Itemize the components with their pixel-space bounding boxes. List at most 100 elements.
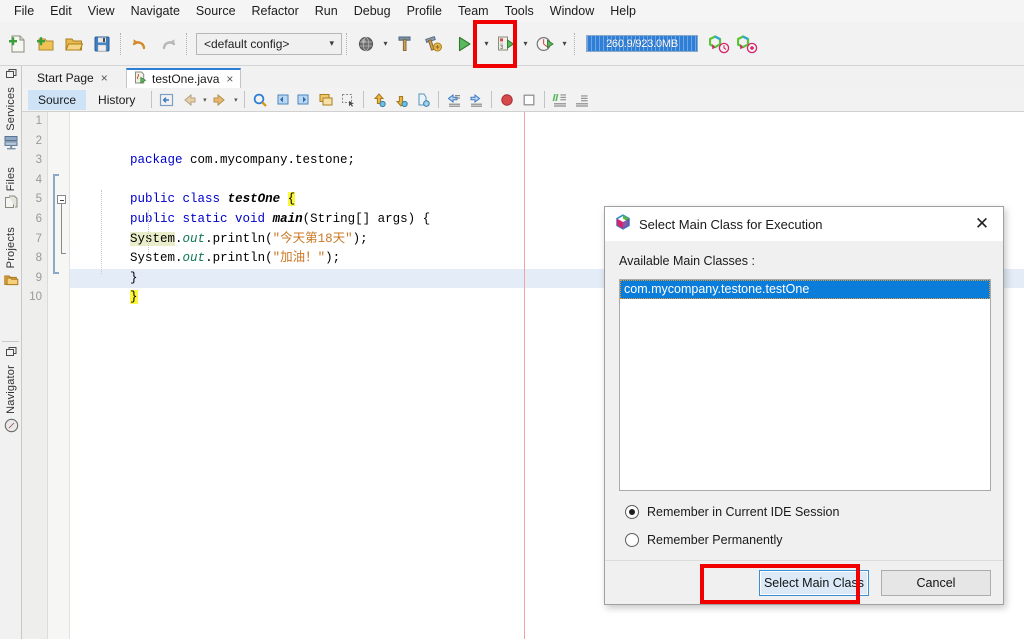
back-dropdown-caret-icon[interactable]: ▾ bbox=[200, 96, 209, 104]
left-dock-bottom-group: Navigator bbox=[0, 344, 22, 445]
main-classes-list[interactable]: com.mycompany.testone.testOne bbox=[619, 279, 991, 491]
next-error-icon[interactable] bbox=[390, 89, 412, 111]
globe-dropdown-caret-icon[interactable]: ▾ bbox=[380, 29, 391, 59]
toggle-breakpoint-icon[interactable] bbox=[496, 89, 518, 111]
menu-source[interactable]: Source bbox=[188, 2, 244, 20]
run-project-play-icon[interactable] bbox=[447, 29, 481, 59]
radio-button-indicator[interactable] bbox=[625, 505, 639, 519]
close-icon[interactable]: ✕ bbox=[967, 210, 997, 238]
undo-icon[interactable] bbox=[126, 29, 154, 59]
chevron-down-icon: ▾ bbox=[329, 38, 334, 48]
package-name: com.mycompany.testone; bbox=[182, 153, 356, 168]
field-out: out bbox=[182, 251, 206, 266]
radio-remember-permanently[interactable]: Remember Permanently bbox=[625, 533, 782, 547]
back-icon[interactable] bbox=[178, 89, 200, 111]
sidebar-item-files[interactable]: Files bbox=[0, 162, 22, 222]
toggle-rectangular-selection-icon[interactable] bbox=[337, 89, 359, 111]
new-file-icon[interactable] bbox=[4, 29, 32, 59]
forward-dropdown-caret-icon[interactable]: ▾ bbox=[231, 96, 240, 104]
menu-edit[interactable]: Edit bbox=[42, 2, 80, 20]
matching-brace-highlight-open: { bbox=[287, 192, 296, 207]
menu-team[interactable]: Team bbox=[450, 2, 497, 20]
minimize-navigator-icon[interactable] bbox=[0, 344, 22, 360]
last-edit-icon[interactable] bbox=[156, 89, 178, 111]
inspect-icon[interactable] bbox=[412, 89, 434, 111]
profile-history-icon[interactable] bbox=[706, 29, 734, 59]
debug-dropdown-caret-icon[interactable]: ▾ bbox=[520, 29, 531, 59]
shift-right-icon[interactable] bbox=[465, 89, 487, 111]
menu-window[interactable]: Window bbox=[542, 2, 602, 20]
new-project-icon[interactable] bbox=[32, 29, 60, 59]
line-number: 9 bbox=[35, 271, 42, 284]
radio-button-indicator[interactable] bbox=[625, 533, 639, 547]
previous-error-icon[interactable] bbox=[368, 89, 390, 111]
radio-remember-session[interactable]: Remember in Current IDE Session bbox=[625, 505, 839, 519]
menu-run[interactable]: Run bbox=[307, 2, 346, 20]
field-out: out bbox=[182, 231, 206, 246]
globe-icon[interactable] bbox=[352, 29, 380, 59]
line-number: 2 bbox=[35, 134, 42, 147]
sidebar-item-navigator[interactable]: Navigator bbox=[0, 360, 22, 445]
left-dock-sidebar: Services Files Projects Navigator bbox=[0, 66, 22, 639]
editor-tab-testone-java[interactable]: testOne.java × bbox=[126, 68, 242, 88]
menu-tools[interactable]: Tools bbox=[497, 2, 542, 20]
sidebar-item-services[interactable]: Services bbox=[0, 82, 22, 162]
forward-icon[interactable] bbox=[209, 89, 231, 111]
class-fold-bracket-icon[interactable] bbox=[53, 174, 59, 274]
toolbar-separator-4 bbox=[574, 32, 576, 55]
menu-profile[interactable]: Profile bbox=[399, 2, 450, 20]
editor-tab-testone-java-label: testOne.java bbox=[152, 72, 220, 86]
menu-refactor[interactable]: Refactor bbox=[244, 2, 307, 20]
menu-file[interactable]: File bbox=[6, 2, 42, 20]
clean-build-icon[interactable] bbox=[419, 29, 447, 59]
previous-bookmark-icon[interactable] bbox=[271, 89, 293, 111]
build-hammer-icon[interactable] bbox=[391, 29, 419, 59]
profile-stop-icon[interactable] bbox=[734, 29, 762, 59]
uncomment-icon[interactable] bbox=[571, 89, 593, 111]
shift-left-icon[interactable] bbox=[443, 89, 465, 111]
tab-source[interactable]: Source bbox=[28, 89, 87, 110]
svg-text:3: 3 bbox=[500, 44, 503, 50]
stop-icon[interactable] bbox=[518, 89, 540, 111]
debug-project-icon[interactable]: 3 bbox=[492, 29, 520, 59]
identifier-system-highlight: System bbox=[130, 231, 176, 246]
menu-debug[interactable]: Debug bbox=[346, 2, 399, 20]
dialog-body: Available Main Classes : com.mycompany.t… bbox=[605, 241, 1003, 604]
open-project-icon[interactable] bbox=[60, 29, 88, 59]
projects-icon bbox=[3, 272, 19, 292]
run-dropdown-caret-icon[interactable]: ▾ bbox=[481, 29, 492, 59]
code-line-2: package com.mycompany.testone; bbox=[70, 132, 1024, 167]
line-number: 5 bbox=[35, 193, 42, 206]
editor-code-fold-column[interactable] bbox=[48, 112, 70, 639]
close-icon[interactable]: × bbox=[224, 72, 233, 86]
line-number: 7 bbox=[35, 232, 42, 245]
memory-gauge[interactable]: 260.9/923.0MB bbox=[586, 35, 698, 52]
profile-project-icon[interactable] bbox=[531, 29, 559, 59]
tab-history[interactable]: History bbox=[88, 90, 145, 110]
editor-tab-start-page[interactable]: Start Page × bbox=[30, 68, 115, 88]
toggle-bookmark-icon[interactable] bbox=[315, 89, 337, 111]
line-number: 4 bbox=[35, 173, 42, 186]
cancel-button[interactable]: Cancel bbox=[881, 569, 991, 596]
method-fold-toggle-icon[interactable] bbox=[57, 195, 66, 204]
redo-icon[interactable] bbox=[154, 29, 182, 59]
find-selection-icon[interactable] bbox=[249, 89, 271, 111]
sidebar-item-projects[interactable]: Projects bbox=[0, 222, 22, 299]
comment-icon[interactable] bbox=[549, 89, 571, 111]
keyword-public: public bbox=[130, 192, 176, 207]
select-main-class-button[interactable]: Select Main Class bbox=[759, 569, 869, 596]
line-number: 3 bbox=[35, 154, 42, 167]
profile-dropdown-caret-icon[interactable]: ▾ bbox=[559, 29, 570, 59]
close-icon[interactable]: × bbox=[99, 71, 108, 85]
save-all-icon[interactable] bbox=[88, 29, 116, 59]
next-bookmark-icon[interactable] bbox=[293, 89, 315, 111]
menu-help[interactable]: Help bbox=[602, 2, 644, 20]
minimize-window-group-icon[interactable] bbox=[0, 66, 22, 82]
method-name-main: main bbox=[272, 211, 303, 226]
menu-navigate[interactable]: Navigate bbox=[123, 2, 188, 20]
list-item[interactable]: com.mycompany.testone.testOne bbox=[620, 280, 990, 299]
menu-view[interactable]: View bbox=[80, 2, 123, 20]
keyword-class: class bbox=[182, 192, 221, 207]
project-config-combo[interactable]: <default config> ▾ bbox=[196, 32, 342, 55]
line-number: 8 bbox=[35, 252, 42, 265]
